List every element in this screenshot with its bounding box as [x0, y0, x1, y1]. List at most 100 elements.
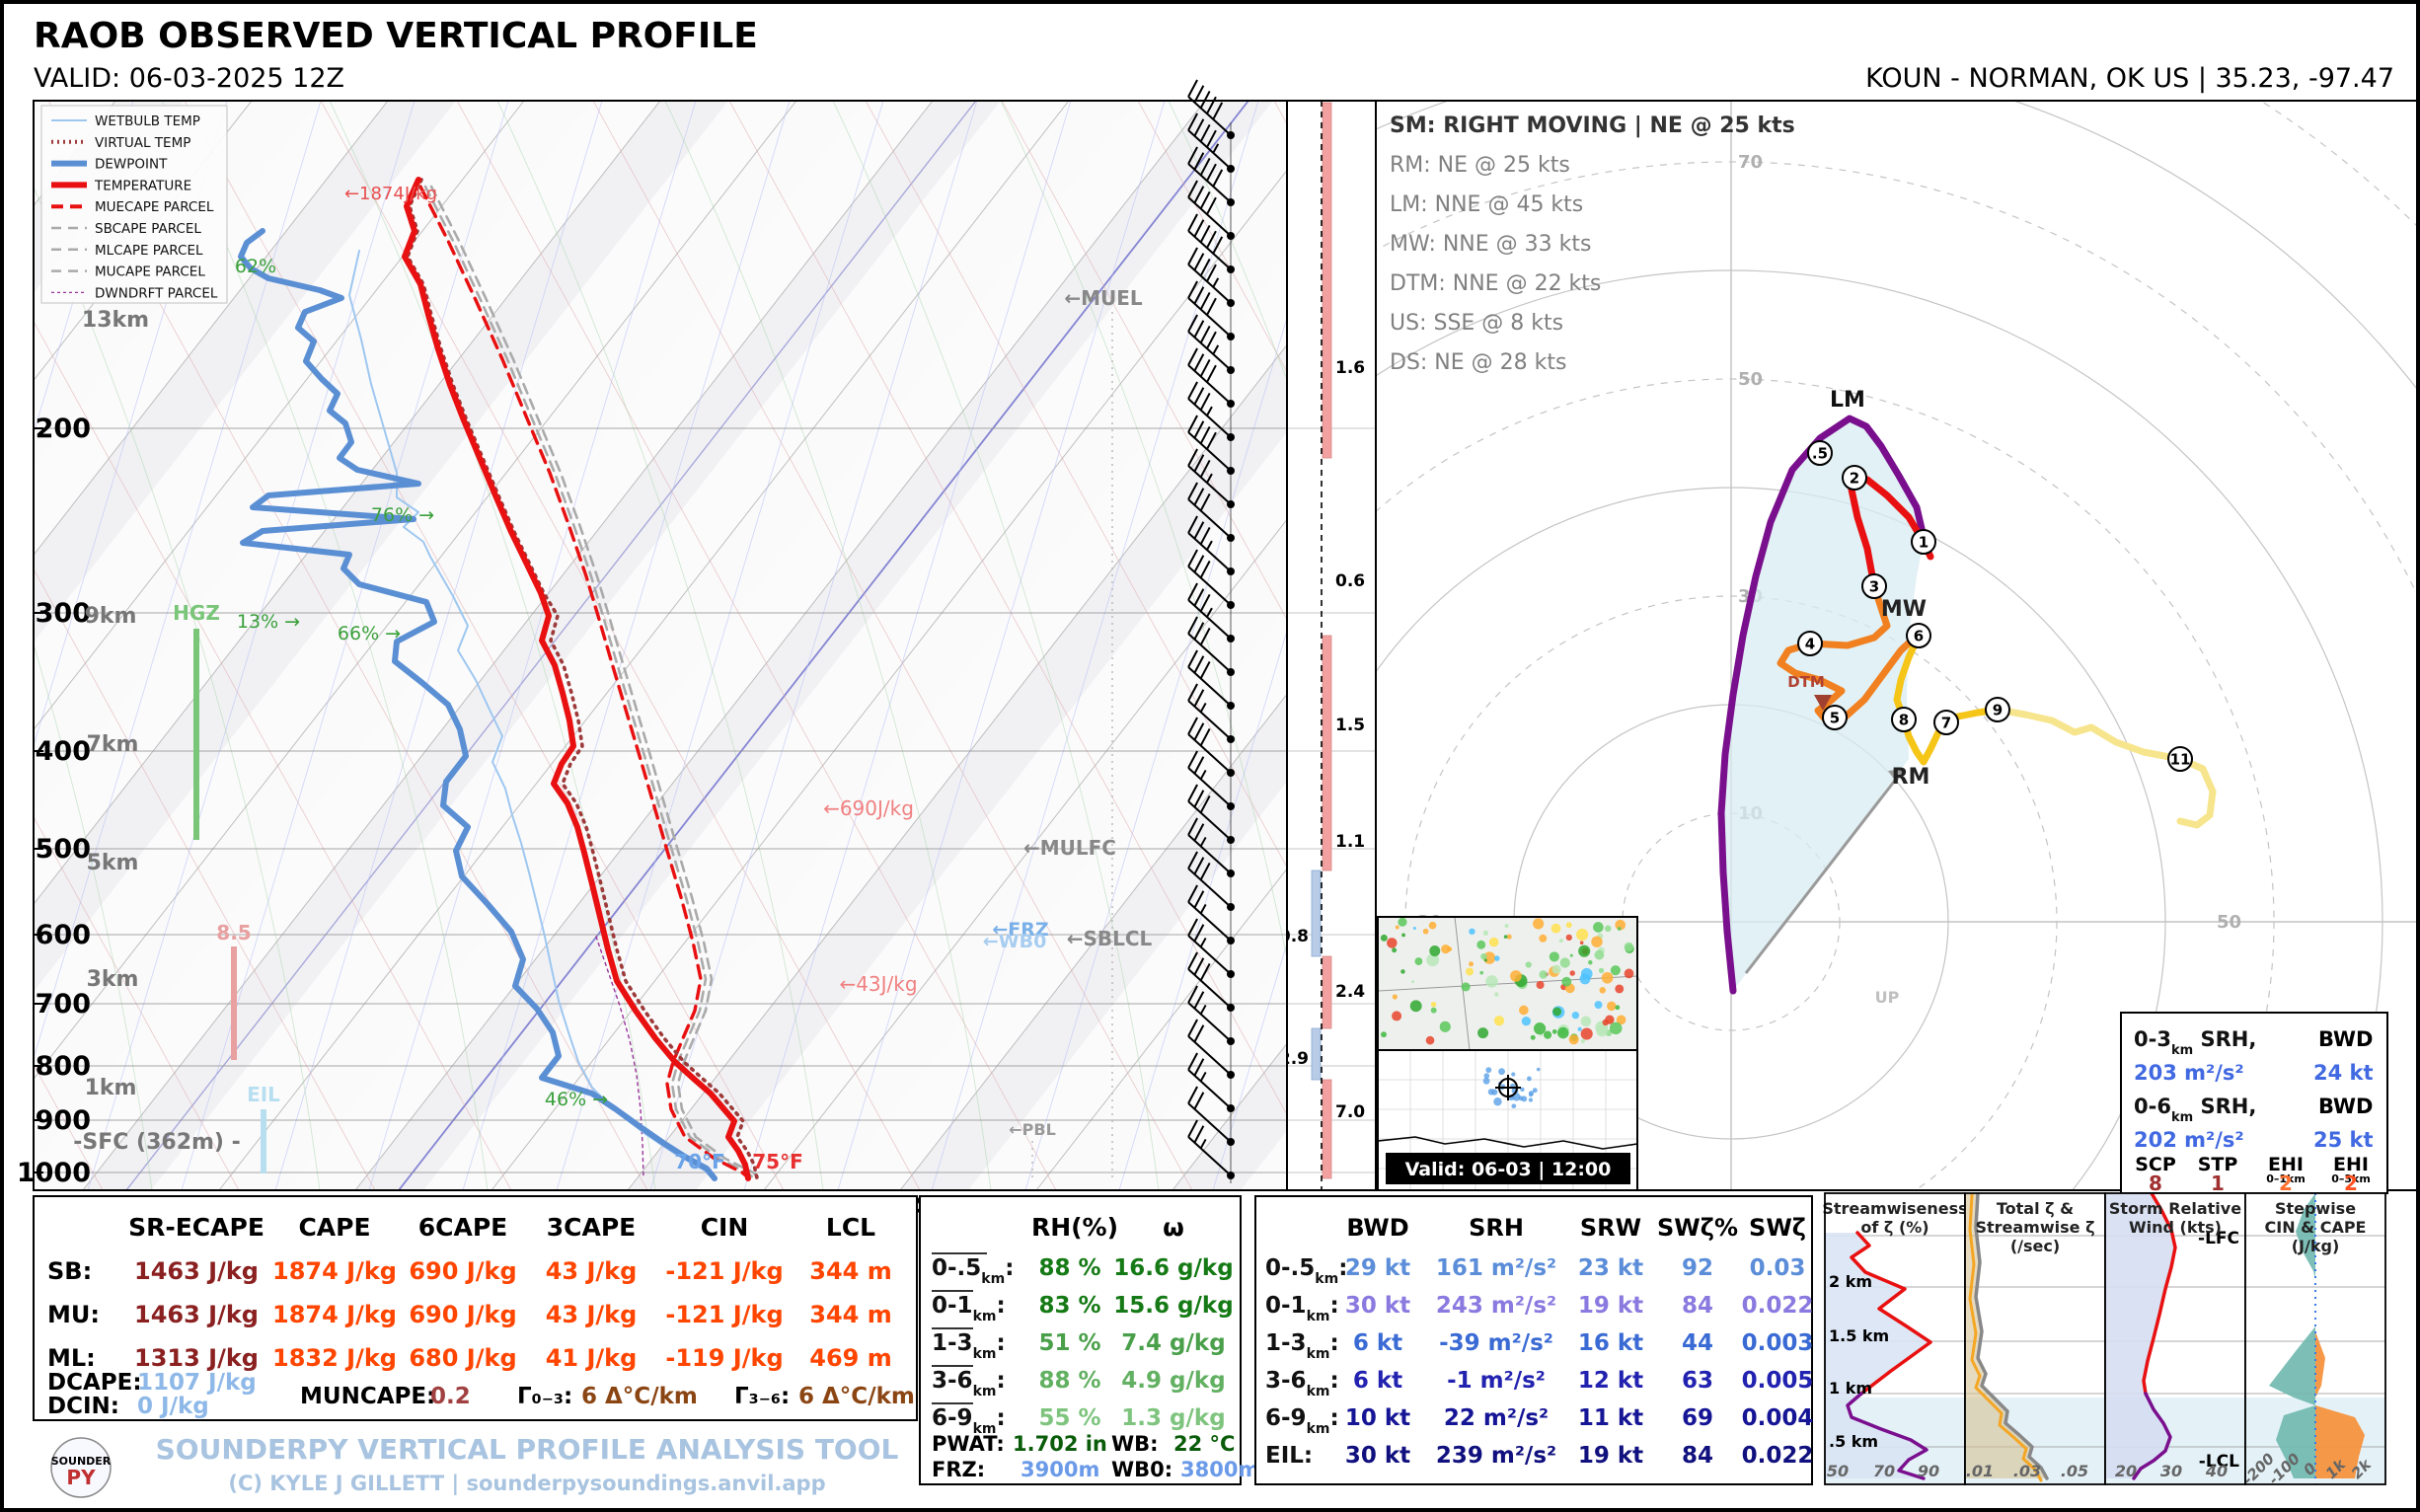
wb0-value: 3800m [1180, 1458, 1259, 1481]
radar-echo [1510, 970, 1522, 982]
height-marker-number: .5 [1812, 445, 1828, 463]
thermo-value: 1874 J/kg [272, 1257, 397, 1285]
rh-header: RH(%) [1031, 1213, 1118, 1242]
radar-echo [1602, 972, 1614, 984]
km-label: 2 km [1829, 1272, 1872, 1291]
omega-header: ω [1163, 1213, 1184, 1242]
kin-value: 30 kt [1345, 1293, 1410, 1319]
mixing-ratio-value: 1.3 g/kg [1121, 1405, 1225, 1431]
radar-echo [1483, 931, 1488, 936]
index-value: 1 [2211, 1172, 2225, 1195]
omega-value: 1.6 [1335, 358, 1365, 378]
page-title: RAOB OBSERVED VERTICAL PROFILE [34, 16, 758, 56]
kin-value: 16 kt [1578, 1330, 1643, 1356]
kin-value: 6 kt [1353, 1368, 1402, 1394]
dcin-label: DCIN: [47, 1394, 119, 1419]
height-marker-number: 7 [1941, 715, 1951, 732]
legend-label: WETBULB TEMP [95, 113, 200, 129]
radar-echo [1539, 935, 1547, 943]
skewt-annotation: 75°F [752, 1150, 803, 1173]
radar-echo [1572, 1012, 1579, 1019]
radar-echo [1533, 918, 1544, 929]
radar-echo [1557, 1027, 1569, 1039]
legend-label: TEMPERATURE [94, 178, 191, 193]
storm-motion-text: SM: RIGHT MOVING | NE @ 25 kts [1390, 113, 1795, 138]
omega-negative-bar [1312, 1028, 1321, 1080]
radar-echo [1578, 1027, 1582, 1031]
thermo-header: LCL [826, 1213, 875, 1242]
skewt-annotation: ←PBL [1009, 1120, 1056, 1139]
ring-label: 70 [1738, 152, 1763, 173]
rh-value: 83 % [1038, 1293, 1100, 1319]
storm-motion-text: RM: NE @ 25 kts [1390, 153, 1570, 178]
km-label: .5 km [1829, 1432, 1878, 1451]
pressure-axis-label: 400 [36, 736, 91, 767]
radar-echo [1469, 961, 1474, 966]
radar-echo [1607, 1002, 1616, 1011]
storm-motion-text: LM: NNE @ 45 kts [1390, 192, 1583, 217]
skewt-annotation: 76% → [371, 504, 434, 526]
radar-echo [1381, 1031, 1387, 1037]
radar-echo [1494, 1016, 1504, 1025]
kin-value: 44 [1682, 1330, 1713, 1356]
radar-echo [1480, 953, 1487, 960]
map-valid-label: Valid: 06-03 | 12:00 [1405, 1159, 1612, 1180]
radar-echo [1440, 1021, 1451, 1032]
pressure-axis-label: 300 [36, 598, 91, 629]
mini-panel-1: Total ζ &Streamwise ζ(/sec).01.03.05 [1965, 1193, 2105, 1484]
radar-echo [1526, 961, 1532, 967]
radar-echo [1485, 975, 1498, 988]
radar-echo [1392, 1011, 1401, 1021]
radar-echo [1401, 933, 1405, 937]
pressure-axis-label: 1000 [17, 1158, 91, 1188]
kin-value: 6 kt [1353, 1330, 1402, 1356]
rh-value: 88 % [1038, 1368, 1100, 1394]
wb-value: 22 °C [1173, 1432, 1235, 1456]
radar-echo [1522, 1017, 1531, 1025]
muncape-label: MUNCAPE: [300, 1384, 435, 1409]
precip-dot [1521, 1096, 1527, 1101]
radar-echo [1469, 929, 1475, 935]
height-label: 5km [87, 851, 139, 875]
panel-xtick: .05 [2061, 1462, 2088, 1480]
omega-value: 0.6 [1335, 571, 1365, 591]
mixing-ratio-value: 7.4 g/kg [1121, 1330, 1225, 1356]
mini-panel-2: -LFC-LCLStorm RelativeWind (kts)203040 [2105, 1193, 2245, 1484]
skewt-annotation: 62% [235, 256, 276, 277]
thermo-value: 1463 J/kg [134, 1257, 259, 1285]
thermo-value: 344 m [809, 1257, 891, 1285]
thermo-value: -121 J/kg [665, 1257, 783, 1285]
radar-echo [1625, 969, 1634, 979]
valid-time: VALID: 06-03-2025 12Z [34, 63, 344, 94]
legend-label: MUCAPE PARCEL [95, 265, 205, 280]
panel-xtick: 50 [1827, 1462, 1849, 1480]
radar-echo [1550, 951, 1559, 961]
kin-header: SWζ% [1657, 1214, 1738, 1242]
legend-label: DWNDRFT PARCEL [95, 285, 218, 301]
height-marker-number: 4 [1805, 636, 1815, 653]
panel-xtick: .01 [1966, 1462, 1994, 1480]
gamma03-value: 6 Δ°C/km [581, 1384, 698, 1409]
thermo-row-label: MU: [47, 1301, 100, 1328]
radar-echo [1429, 922, 1437, 930]
radar-echo [1387, 938, 1398, 948]
radar-echo [1576, 929, 1588, 941]
panel-title: Stepwise [2275, 1199, 2356, 1218]
radar-echo [1615, 1005, 1620, 1010]
station-location: KOUN - NORMAN, OK US | 35.23, -97.47 [1865, 63, 2394, 94]
pressure-axis-label: 200 [36, 414, 91, 444]
radar-echo [1599, 987, 1606, 994]
radar-echo [1591, 936, 1602, 946]
thermo-value: 1313 J/kg [134, 1344, 259, 1372]
omega-positive-bar [1323, 1080, 1331, 1178]
hodo-point-label-mw: MW [1881, 597, 1927, 622]
radar-echo [1537, 981, 1545, 989]
radar-echo [1410, 1000, 1422, 1012]
sounderpy-analysis-page: RAOB OBSERVED VERTICAL PROFILE VALID: 06-… [0, 0, 2420, 1512]
eil-bar-label: EIL [247, 1083, 280, 1106]
kin-header: SRW [1580, 1214, 1641, 1242]
height-marker-number: 8 [1899, 712, 1909, 729]
kin-value: 22 m²/s² [1444, 1405, 1549, 1431]
omega-positive-bar [1323, 636, 1331, 870]
radar-echo [1625, 943, 1633, 951]
